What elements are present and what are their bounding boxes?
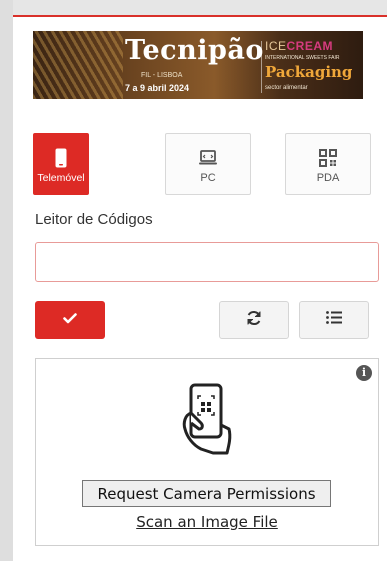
banner-location: FIL - LISBOA	[141, 72, 183, 79]
banner-divider	[261, 41, 262, 93]
wheat-graphic	[33, 31, 123, 99]
banner-packaging: Packaging	[265, 63, 353, 81]
code-reader-label: Leitor de Códigos	[35, 211, 153, 228]
check-icon	[63, 311, 77, 329]
banner-title: Tecnipão	[125, 35, 264, 66]
list-icon	[326, 311, 342, 329]
banner-icecream: ICECREAM	[265, 39, 334, 53]
scanner-panel: Tecnipão FIL - LISBOA 7 a 9 abril 2024 I…	[13, 15, 387, 561]
smartphone-icon	[55, 148, 67, 168]
list-button[interactable]	[299, 301, 369, 339]
qr-grid-icon	[319, 148, 337, 168]
laptop-icon	[198, 148, 218, 168]
mode-telemovel-button[interactable]: Telemóvel	[33, 133, 89, 195]
refresh-icon	[246, 310, 262, 331]
banner-dates: 7 a 9 abril 2024	[125, 83, 190, 93]
qr-scanner-region: i Request Camera Permissions Scan an Ima…	[35, 358, 379, 546]
banner-icecream-sub: INTERNATIONAL SWEETS FAIR	[265, 55, 340, 61]
info-icon[interactable]: i	[356, 365, 372, 381]
phone-scan-icon	[181, 383, 233, 460]
banner-packaging-sub: sector alimentar	[265, 85, 308, 91]
code-reader-input[interactable]	[35, 242, 379, 282]
mode-pda-button[interactable]: PDA	[285, 133, 371, 195]
scan-image-file-link[interactable]: Scan an Image File	[36, 513, 378, 531]
mode-pda-label: PDA	[316, 172, 340, 184]
mode-pc-button[interactable]: PC	[165, 133, 251, 195]
event-banner[interactable]: Tecnipão FIL - LISBOA 7 a 9 abril 2024 I…	[33, 31, 363, 99]
left-strip	[0, 0, 13, 561]
request-camera-permissions-button[interactable]: Request Camera Permissions	[82, 480, 331, 507]
confirm-button[interactable]	[35, 301, 105, 339]
refresh-button[interactable]	[219, 301, 289, 339]
mode-pc-label: PC	[200, 172, 216, 184]
mode-telemovel-label: Telemóvel	[37, 172, 85, 184]
